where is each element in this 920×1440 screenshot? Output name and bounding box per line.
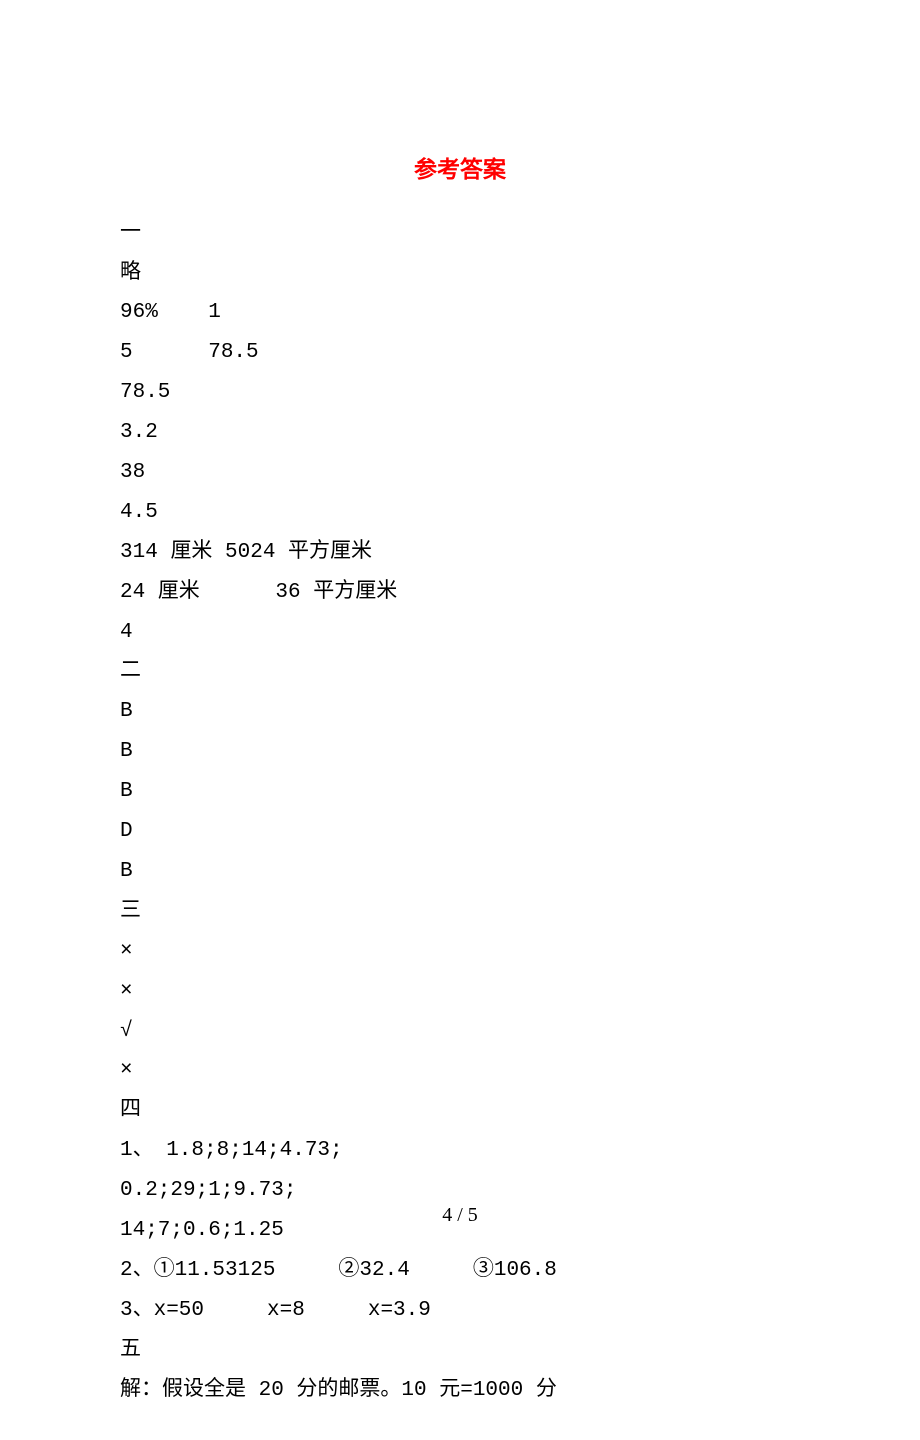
content-line: 一 [120, 214, 800, 254]
page-number: 4 / 5 [0, 1196, 920, 1234]
content-line: × [120, 932, 800, 972]
content-line: B [120, 692, 800, 732]
content-line: 4 [120, 613, 800, 653]
content-line: 解：假设全是 20 分的邮票。10 元=1000 分 [120, 1371, 800, 1411]
content-line: B [120, 772, 800, 812]
page-title: 参考答案 [120, 148, 800, 192]
content-line: 略 [120, 254, 800, 294]
content-line: 2、①11.53125 ②32.4 ③106.8 [120, 1251, 800, 1291]
content-line: 314 厘米 5024 平方厘米 [120, 533, 800, 573]
content-line: 96% 1 [120, 293, 800, 333]
content-line: 五 [120, 1331, 800, 1371]
content-line: 3、x=50 x=8 x=3.9 [120, 1291, 800, 1331]
content-line: 四 [120, 1091, 800, 1131]
content-line: 三 [120, 892, 800, 932]
content-line: 78.5 [120, 373, 800, 413]
content-line: D [120, 812, 800, 852]
content-line: 1、 1.8;8;14;4.73; [120, 1131, 800, 1171]
content-line: B [120, 852, 800, 892]
content-line: × [120, 972, 800, 1012]
content-line: 24 厘米 36 平方厘米 [120, 573, 800, 613]
content-line: 4.5 [120, 493, 800, 533]
content-line: 二 [120, 652, 800, 692]
content-line: 38 [120, 453, 800, 493]
content-line: √ [120, 1012, 800, 1052]
content-line: B [120, 732, 800, 772]
content-line: × [120, 1051, 800, 1091]
content-line: 5 78.5 [120, 333, 800, 373]
content-line: 3.2 [120, 413, 800, 453]
